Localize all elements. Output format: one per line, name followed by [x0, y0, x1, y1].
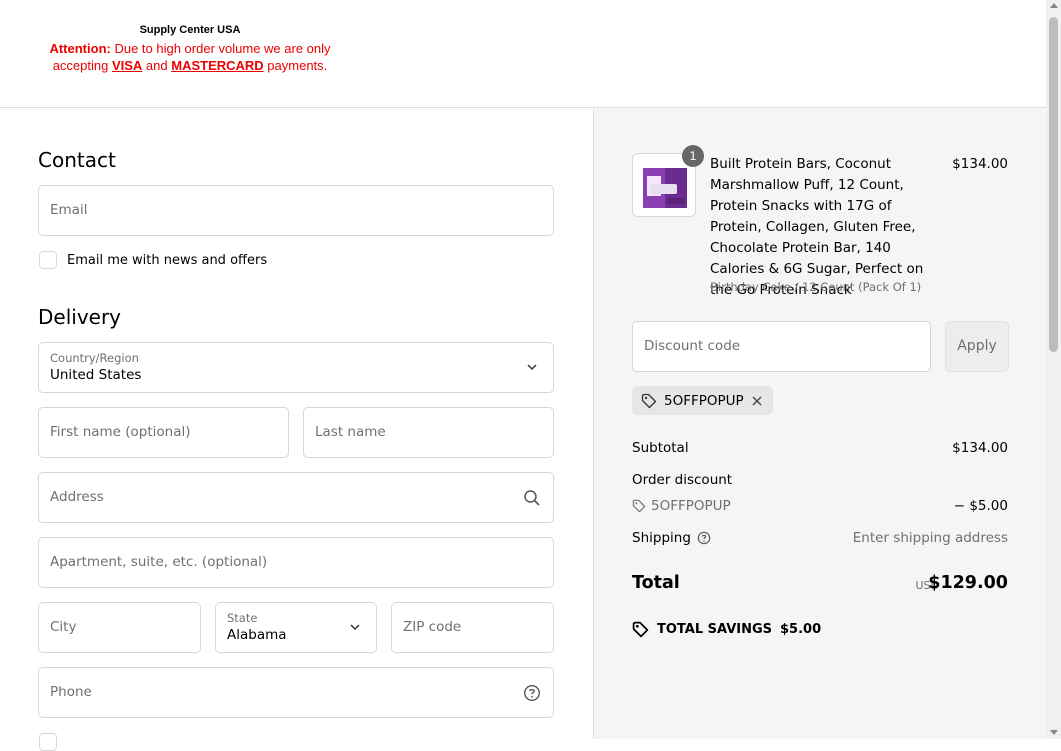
zip-field[interactable]: ZIP code [391, 602, 554, 653]
newsletter-checkbox[interactable] [39, 251, 57, 269]
quantity-badge: 1 [682, 145, 704, 167]
shipping-label: Shipping [632, 530, 691, 546]
address-placeholder: Address [50, 489, 104, 505]
scroll-down-arrow[interactable] [1050, 730, 1058, 735]
shipping-value: Enter shipping address [852, 530, 1008, 546]
product-variant: Birthday Cake / 12 Count (Pack Of 1) [710, 280, 922, 294]
notice-line-2: accepting VISA and MASTERCARD payments. [40, 57, 340, 74]
order-summary: 1 Built Protein Bars, Coconut Marshmallo… [593, 108, 1046, 739]
tag-icon [632, 621, 649, 638]
notice-text-2b: payments. [263, 58, 328, 73]
product-price: $134.00 [952, 156, 1008, 172]
first-name-field[interactable]: First name (optional) [38, 407, 289, 458]
notice-prefix: Attention: [49, 41, 111, 56]
scroll-thumb[interactable] [1049, 17, 1058, 352]
state-value: Alabama [227, 627, 287, 643]
newsletter-label[interactable]: Email me with news and offers [67, 253, 267, 268]
contact-heading: Contact [38, 148, 116, 172]
email-field[interactable]: Email [38, 185, 554, 236]
city-placeholder: City [50, 619, 77, 635]
state-label: State [227, 611, 258, 625]
discount-code-field[interactable]: Discount code [632, 321, 931, 372]
apartment-field[interactable]: Apartment, suite, etc. (optional) [38, 537, 554, 588]
discount-code-text: 5OFFPOPUP [651, 498, 731, 514]
page-scrollbar[interactable] [1046, 0, 1061, 739]
notice-mastercard: MASTERCARD [171, 58, 264, 73]
savings-label: TOTAL SAVINGS [657, 622, 773, 637]
notice-visa: VISA [111, 58, 143, 73]
chevron-down-icon [350, 624, 360, 631]
close-icon[interactable] [751, 395, 763, 407]
store-logo[interactable]: Supply Center USA Attention: Due to high… [40, 24, 340, 74]
product-title: Built Protein Bars, Coconut Marshmallow … [710, 156, 924, 298]
tag-icon [632, 499, 646, 513]
save-info-checkbox[interactable] [39, 733, 57, 751]
tag-icon [641, 393, 657, 408]
notice-text-2a: accepting [52, 58, 112, 73]
total-label: Total [632, 573, 680, 593]
savings-value: $5.00 [780, 622, 822, 637]
checkout-form: Contact Email Email me with news and off… [0, 108, 593, 751]
order-discount-label: Order discount [632, 472, 733, 488]
phone-placeholder: Phone [50, 684, 92, 700]
discount-value: − $5.00 [953, 498, 1008, 514]
subtotal-label: Subtotal [632, 440, 689, 456]
applied-discount-chip: 5OFFPOPUP [632, 386, 773, 415]
notice-text-1: Due to high order volume we are only [110, 41, 331, 56]
help-icon[interactable] [523, 684, 541, 702]
discount-placeholder: Discount code [644, 338, 741, 354]
zip-placeholder: ZIP code [403, 619, 462, 635]
store-header: Supply Center USA Attention: Due to high… [0, 0, 1046, 108]
logo-title: Supply Center USA [139, 24, 241, 36]
scroll-up-arrow[interactable] [1050, 3, 1058, 8]
product-thumbnail: 1 [632, 145, 704, 217]
notice-line-1: Attention: Due to high order volume we a… [40, 40, 340, 57]
shipping-row: Shipping [632, 530, 711, 546]
last-name-field[interactable]: Last name [303, 407, 554, 458]
first-name-placeholder: First name (optional) [50, 424, 191, 440]
delivery-heading: Delivery [38, 305, 122, 329]
address-field[interactable]: Address [38, 472, 554, 523]
country-value: United States [50, 367, 142, 383]
discount-code-row: 5OFFPOPUP [632, 498, 731, 514]
help-icon[interactable] [697, 531, 711, 545]
total-value: $129.00 [928, 573, 1008, 593]
apartment-placeholder: Apartment, suite, etc. (optional) [50, 554, 268, 570]
phone-field[interactable]: Phone [38, 667, 554, 718]
state-select[interactable]: State Alabama [215, 602, 377, 653]
last-name-placeholder: Last name [315, 424, 386, 440]
notice-and: and [142, 58, 172, 73]
country-select[interactable]: Country/Region United States [38, 342, 554, 393]
subtotal-value: $134.00 [952, 440, 1008, 456]
total-savings: TOTAL SAVINGS $5.00 [632, 621, 821, 638]
city-field[interactable]: City [38, 602, 201, 653]
apply-button[interactable]: Apply [945, 321, 1009, 372]
email-placeholder: Email [50, 202, 88, 218]
search-icon[interactable] [523, 489, 541, 507]
applied-code: 5OFFPOPUP [664, 392, 744, 409]
country-label: Country/Region [50, 351, 139, 365]
chevron-down-icon [527, 364, 537, 371]
